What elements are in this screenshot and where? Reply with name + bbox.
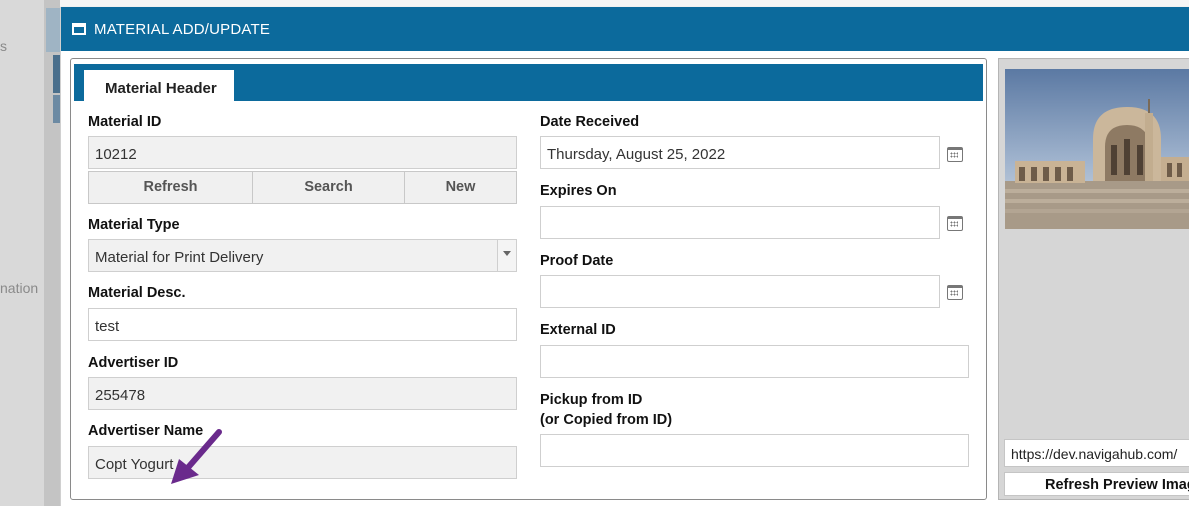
advertiser-name-field[interactable]: Copt Yogurt <box>88 446 517 479</box>
dialog-titlebar: MATERIAL ADD/UPDATE <box>61 7 1189 51</box>
background-app: s nation <box>0 0 60 506</box>
window-icon <box>72 23 86 35</box>
advertiser-id-label: Advertiser ID <box>88 355 179 371</box>
preview-url-field[interactable]: https://dev.navigahub.com/ <box>1004 439 1189 467</box>
search-button[interactable]: Search <box>253 172 405 203</box>
background-nav-item <box>53 55 60 93</box>
external-id-field[interactable] <box>540 345 969 378</box>
tab-bar: Material Header <box>74 64 983 102</box>
proof-date-label: Proof Date <box>540 253 614 269</box>
material-type-value: Material for Print Delivery <box>95 249 264 266</box>
calendar-icon[interactable] <box>947 147 963 162</box>
material-id-button-row: Refresh Search New <box>88 171 517 204</box>
date-received-field[interactable]: Thursday, August 25, 2022 <box>540 136 940 169</box>
expires-on-label: Expires On <box>540 183 617 199</box>
material-type-select[interactable]: Material for Print Delivery <box>88 239 517 272</box>
proof-date-field[interactable] <box>540 275 940 308</box>
material-dialog: MATERIAL ADD/UPDATE Material Header Mate… <box>60 7 1189 506</box>
refresh-preview-button[interactable]: Refresh Preview Image <box>1004 472 1189 496</box>
pickup-from-id-sublabel: (or Copied from ID) <box>540 412 673 428</box>
expires-on-field[interactable] <box>540 206 940 239</box>
material-desc-label: Material Desc. <box>88 285 186 301</box>
preview-image <box>1005 69 1189 229</box>
background-tab <box>46 8 60 52</box>
material-form-panel: Material Header Material ID 10212 Refres… <box>70 58 987 500</box>
calendar-icon[interactable] <box>947 216 963 231</box>
background-text-fragment: nation <box>0 280 39 296</box>
dialog-title: MATERIAL ADD/UPDATE <box>94 21 271 38</box>
material-id-label: Material ID <box>88 114 162 130</box>
refresh-button[interactable]: Refresh <box>89 172 253 203</box>
new-button[interactable]: New <box>405 172 516 203</box>
top-edge <box>0 0 1189 6</box>
background-text-fragment: s <box>0 38 7 54</box>
material-type-label: Material Type <box>88 217 180 233</box>
calendar-icon[interactable] <box>947 285 963 300</box>
preview-panel: https://dev.navigahub.com/ Refresh Previ… <box>998 58 1189 500</box>
pickup-from-id-field[interactable] <box>540 434 969 467</box>
material-desc-field[interactable]: test <box>88 308 517 341</box>
dropdown-arrow-icon[interactable] <box>497 240 516 271</box>
advertiser-id-field[interactable]: 255478 <box>88 377 517 410</box>
advertiser-name-label: Advertiser Name <box>88 423 204 439</box>
tab-material-header[interactable]: Material Header <box>84 70 234 102</box>
date-received-label: Date Received <box>540 114 640 130</box>
pickup-from-id-label: Pickup from ID <box>540 392 643 408</box>
material-id-field[interactable]: 10212 <box>88 136 517 169</box>
external-id-label: External ID <box>540 322 616 338</box>
background-nav-item <box>53 95 60 123</box>
